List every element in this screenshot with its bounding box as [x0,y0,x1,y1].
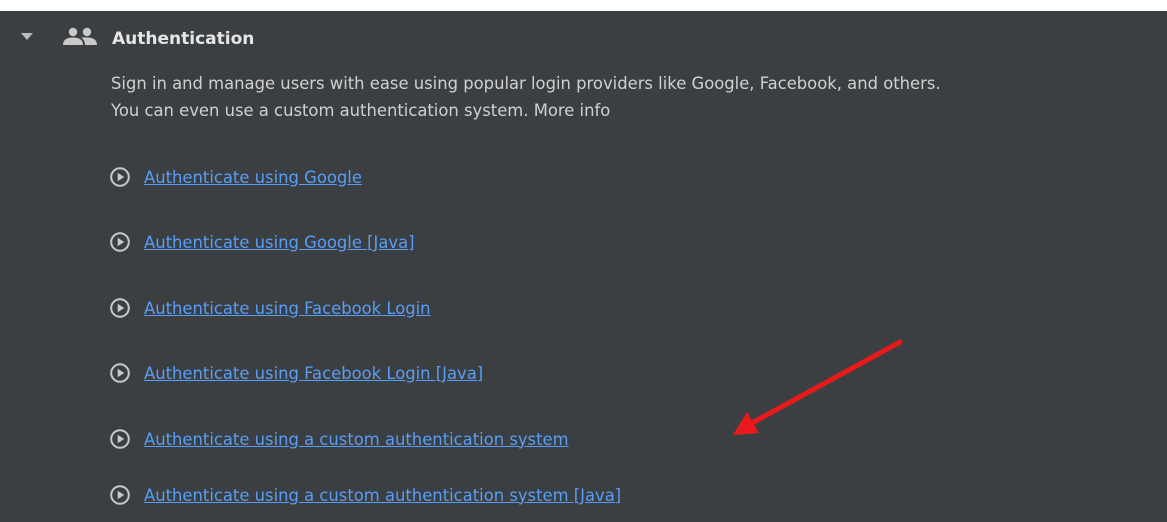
triangle-down-icon[interactable] [21,33,33,40]
link-label[interactable]: Authenticate using a custom authenticati… [144,486,621,505]
section-description: Sign in and manage users with ease using… [111,70,1161,124]
assistant-panel: Authentication Sign in and manage users … [0,11,1167,522]
description-line-2-text: You can even use a custom authentication… [111,101,529,120]
play-circle-icon [110,363,130,383]
people-icon [63,27,97,45]
play-circle-icon [110,429,130,449]
link-authenticate-custom[interactable]: Authenticate using a custom authenticati… [109,425,569,453]
play-circle-icon [110,298,130,318]
link-label[interactable]: Authenticate using Google [Java] [144,233,415,252]
arrow-head [733,412,759,435]
link-label[interactable]: Authenticate using a custom authenticati… [144,430,569,449]
section-title: Authentication [112,29,255,49]
more-info-link[interactable]: More info [534,101,611,120]
link-authenticate-custom-java[interactable]: Authenticate using a custom authenticati… [109,481,621,509]
link-authenticate-facebook-java[interactable]: Authenticate using Facebook Login [Java] [109,359,483,387]
description-line-1: Sign in and manage users with ease using… [111,74,941,93]
link-label[interactable]: Authenticate using Facebook Login [144,299,431,318]
link-authenticate-google-java[interactable]: Authenticate using Google [Java] [109,228,415,256]
description-line-2: You can even use a custom authentication… [111,97,1161,124]
link-authenticate-facebook[interactable]: Authenticate using Facebook Login [109,294,431,322]
arrow-shaft [749,339,903,426]
link-authenticate-google[interactable]: Authenticate using Google [109,163,362,191]
link-label[interactable]: Authenticate using Facebook Login [Java] [144,364,483,383]
play-circle-icon [110,167,130,187]
play-circle-icon [110,485,130,505]
section-header-authentication[interactable]: Authentication [0,11,1167,67]
link-label[interactable]: Authenticate using Google [144,168,362,187]
play-circle-icon [110,232,130,252]
